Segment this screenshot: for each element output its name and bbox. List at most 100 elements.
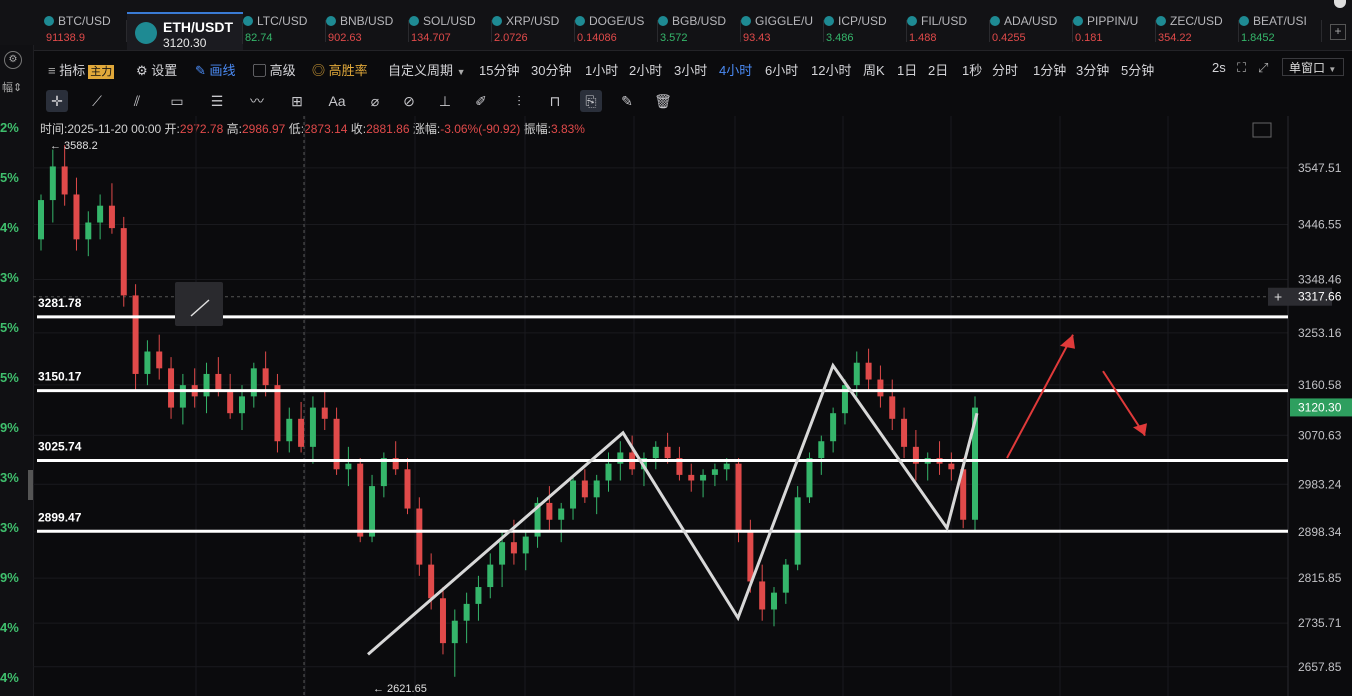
custom-period-dropdown[interactable]: 自定义周期 ▼ (388, 60, 466, 79)
ticker-btcusd[interactable]: BTC/USD 91138.9 (44, 12, 127, 48)
draw-tool-popup[interactable] (175, 282, 223, 326)
edit-tool-icon[interactable]: ✎ (616, 90, 638, 112)
period-tab[interactable]: 1分钟 (1033, 60, 1066, 79)
period-tab[interactable]: 12小时 (811, 60, 851, 79)
bearish-arrow-head-icon (1133, 423, 1147, 436)
bookmark-tool-icon[interactable]: ⎘ (580, 90, 602, 112)
refresh-interval[interactable]: 2s (1212, 60, 1226, 75)
ticker-beatusi[interactable]: BEAT/USI 1.8452 (1239, 12, 1322, 48)
period-tab[interactable]: 4小时 (719, 60, 752, 79)
ticker-bnbusd[interactable]: BNB/USD 902.63 (326, 12, 409, 48)
draw-line-button[interactable]: ✎ 画线 (195, 60, 236, 79)
period-tab[interactable]: 30分钟 (531, 60, 571, 79)
expand-icon[interactable]: ⤢ (1258, 60, 1268, 76)
window-handle-icon[interactable] (1334, 0, 1346, 8)
win-rate-button[interactable]: ◎ 高胜率 (312, 60, 368, 79)
ticker-giggleu[interactable]: GIGGLE/U 93.43 (741, 12, 824, 48)
candle-up (487, 564, 494, 588)
candle-down (889, 396, 896, 419)
fibonacci-tool-icon[interactable]: ☰ (206, 90, 228, 112)
chart-expand-icon[interactable] (1252, 122, 1272, 138)
ticker-name: PIPPIN/U (1087, 14, 1139, 28)
candle-up (144, 351, 151, 374)
trend-line-tool-icon[interactable]: ⟋ (86, 90, 108, 112)
candle-down (510, 542, 517, 554)
ticker-solusd[interactable]: SOL/USD 134.707 (409, 12, 492, 48)
ticker-pippinu[interactable]: PIPPIN/U 0.181 (1073, 12, 1156, 48)
indicator-button[interactable]: ≡ 指标 主力 (48, 60, 115, 79)
ticker-zecusd[interactable]: ZEC/USD 354.22 (1156, 12, 1239, 48)
coin-icon (658, 16, 668, 26)
price-axis-tick: 3547.51 (1298, 161, 1342, 175)
settings-button[interactable]: ⚙ 设置 (136, 60, 177, 79)
measure-tool-icon[interactable]: ⊞ (286, 90, 308, 112)
candle-down (664, 446, 671, 459)
candle-down (61, 166, 68, 195)
magnet-tool-icon[interactable]: ⌀ (364, 90, 386, 112)
brush-tool-icon[interactable]: ✐ (470, 90, 492, 112)
left-percent-label: 3% (0, 270, 19, 285)
candle-up (617, 452, 624, 464)
period-tab[interactable]: 2日 (928, 60, 948, 79)
lock-tool-icon[interactable]: ⊓ (544, 90, 566, 112)
period-tab[interactable]: 6小时 (765, 60, 798, 79)
chevron-down-icon: ▼ (1328, 65, 1337, 74)
candle-down (227, 390, 234, 414)
delete-tool-icon[interactable]: 🗑 (652, 90, 674, 112)
candle-tool-icon[interactable]: ⫶ (508, 90, 530, 112)
ticker-adausd[interactable]: ADA/USD 0.4255 (990, 12, 1073, 48)
candle-up (97, 205, 104, 223)
price-axis-tick: 3446.55 (1298, 217, 1342, 231)
period-tab[interactable]: 1日 (897, 60, 917, 79)
add-alert-icon[interactable]: + (1274, 289, 1282, 305)
drawing-tools: ✛ ⟋ ⫽ ▭ ☰ 〰 ⊞ Aa ⌀ ⊘ ⊥ ✐ ⫶ ⊓ ⎘ ✎ 🗑 (46, 88, 686, 114)
candle-up (700, 474, 707, 481)
advanced-button[interactable]: ▢ 高级 (253, 60, 296, 79)
fullscreen-icon[interactable]: ⛶ (1237, 60, 1246, 76)
ticker-bgbusd[interactable]: BGB/USD 3.572 (658, 12, 741, 48)
wave-tool-icon[interactable]: 〰 (246, 90, 268, 112)
ticker-name: DOGE/US (589, 14, 645, 28)
period-tab[interactable]: 周K (863, 60, 885, 79)
candle-up (463, 603, 470, 621)
period-tab[interactable]: 3分钟 (1076, 60, 1109, 79)
ticker-price: 134.707 (411, 32, 451, 44)
candle-down (416, 508, 423, 565)
crosshair-tool-icon[interactable]: ✛ (46, 90, 68, 112)
rectangle-tool-icon[interactable]: ▭ (166, 90, 188, 112)
ruler-tool-icon[interactable]: ⊥ (434, 90, 456, 112)
period-tab[interactable]: 15分钟 (479, 60, 519, 79)
ticker-price: 1.8452 (1241, 32, 1275, 44)
period-tab[interactable]: 5分钟 (1121, 60, 1154, 79)
sidebar-collapse-icon[interactable]: 幅⇕ (2, 79, 22, 95)
period-tab[interactable]: 2小时 (629, 60, 662, 79)
link-tool-icon[interactable]: ⊘ (398, 90, 420, 112)
add-ticker-button[interactable]: + (1330, 24, 1346, 40)
coin-icon (741, 16, 751, 26)
ticker-ethusdt[interactable]: ETH/USDT 3120.30 (127, 12, 243, 50)
ticker-dogeus[interactable]: DOGE/US 0.14086 (575, 12, 658, 48)
main-toolbar: ≡ 指标 主力 ⚙ 设置 ✎ 画线 ▢ 高级 ◎ 高胜率 自定义周期 ▼ 15分钟… (0, 56, 1352, 80)
candlestick-chart[interactable]: 3547.51 3446.55 3348.46 3253.16 3160.58 3070.… (33, 116, 1352, 696)
candle-down (759, 581, 766, 610)
ticker-icpusd[interactable]: ICP/USD 3.486 (824, 12, 907, 48)
left-percent-label: 4% (0, 620, 19, 635)
bullish-arrow-shaft[interactable] (1006, 334, 1074, 459)
ticker-xrpusd[interactable]: XRP/USD 2.0726 (492, 12, 575, 48)
parallel-channel-tool-icon[interactable]: ⫽ (126, 90, 148, 112)
ticker-ltcusd[interactable]: LTC/USD 82.74 (243, 12, 326, 48)
ticker-price: 2.0726 (494, 32, 528, 44)
text-tool-icon[interactable]: Aa (326, 90, 348, 112)
candle-down (73, 194, 80, 240)
period-tab[interactable]: 3小时 (674, 60, 707, 79)
candle-up (309, 407, 316, 447)
ticker-filusd[interactable]: FIL/USD 1.488 (907, 12, 990, 48)
candle-up (451, 620, 458, 644)
window-select[interactable]: 单窗口 ▼ (1282, 58, 1344, 76)
period-tab[interactable]: 分时 (992, 60, 1018, 79)
period-tab[interactable]: 1小时 (585, 60, 618, 79)
period-tab[interactable]: 1秒 (962, 60, 982, 79)
candle-up (830, 413, 837, 442)
ticker-name: BTC/USD (58, 14, 111, 28)
zigzag-drawing[interactable] (367, 362, 979, 656)
